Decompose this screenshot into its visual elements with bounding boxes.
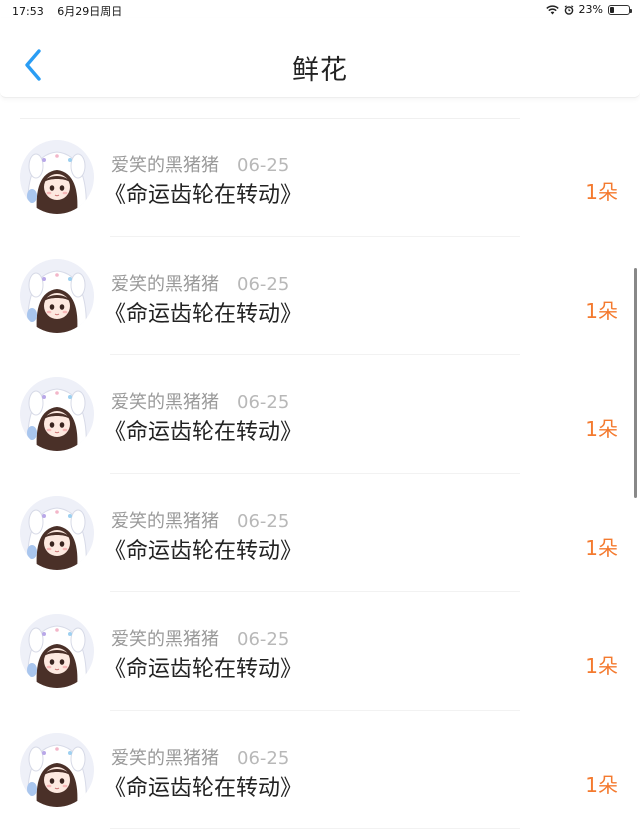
item-title: 《命运齿轮在转动》 xyxy=(104,420,303,445)
item-meta: 爱笑的黑猪猪 06-25 xyxy=(111,507,289,533)
status-bar: 17:53 6月29日周日 23% xyxy=(0,0,640,18)
list-item[interactable]: 爱笑的黑猪猪 06-25 《命运齿轮在转动》 1朵 xyxy=(0,592,640,711)
item-meta: 爱笑的黑猪猪 06-25 xyxy=(111,270,289,296)
battery-icon xyxy=(608,4,632,15)
item-date: 06-25 xyxy=(237,747,290,769)
flower-amount: 1朵 xyxy=(585,654,618,678)
item-meta: 爱笑的黑猪猪 06-25 xyxy=(111,625,289,651)
user-name: 爱笑的黑猪猪 xyxy=(111,510,219,532)
nav-bar: 鲜花 xyxy=(0,18,640,98)
user-name: 爱笑的黑猪猪 xyxy=(111,747,219,769)
user-name: 爱笑的黑猪猪 xyxy=(111,273,219,295)
status-right: 23% xyxy=(545,3,632,16)
flower-list: 爱笑的黑猪猪 06-25 《命运齿轮在转动》 1朵 爱笑的黑猪猪 06-25 《… xyxy=(0,118,640,829)
item-meta: 爱笑的黑猪猪 06-25 xyxy=(111,388,289,414)
item-date: 06-25 xyxy=(237,510,290,532)
avatar xyxy=(20,258,94,333)
flower-amount: 1朵 xyxy=(585,298,618,323)
battery-percent: 23% xyxy=(578,3,603,16)
list-item[interactable]: 爱笑的黑猪猪 06-25 《命运齿轮在转动》 1朵 xyxy=(0,711,640,830)
scrollbar[interactable] xyxy=(634,268,637,498)
wifi-icon xyxy=(545,4,559,15)
page-title: 鲜花 xyxy=(292,55,348,86)
flower-amount: 1朵 xyxy=(585,535,618,560)
item-date: 06-25 xyxy=(237,392,290,413)
flower-amount: 1朵 xyxy=(585,417,618,441)
list-item[interactable]: 爱笑的黑猪猪 06-25 《命运齿轮在转动》 1朵 xyxy=(0,118,640,237)
status-date: 6月29日周日 xyxy=(57,5,123,18)
avatar xyxy=(20,140,94,214)
alarm-icon xyxy=(564,4,574,15)
avatar xyxy=(20,732,94,807)
status-left: 17:53 6月29日周日 xyxy=(12,3,122,19)
list-item[interactable]: 爱笑的黑猪猪 06-25 《命运齿轮在转动》 1朵 xyxy=(0,355,640,474)
item-date: 06-25 xyxy=(237,273,290,295)
item-title: 《命运齿轮在转动》 xyxy=(104,301,303,327)
item-meta: 爱笑的黑猪猪 06-25 xyxy=(111,744,289,770)
flower-amount: 1朵 xyxy=(585,180,618,204)
item-title: 《命运齿轮在转动》 xyxy=(104,775,303,801)
user-name: 爱笑的黑猪猪 xyxy=(111,629,219,650)
item-date: 06-25 xyxy=(237,629,290,650)
list-item[interactable]: 爱笑的黑猪猪 06-25 《命运齿轮在转动》 1朵 xyxy=(0,474,640,593)
status-time: 17:53 xyxy=(12,5,44,18)
item-title: 《命运齿轮在转动》 xyxy=(104,657,303,682)
user-name: 爱笑的黑猪猪 xyxy=(111,392,219,413)
item-meta: 爱笑的黑猪猪 06-25 xyxy=(111,151,289,177)
battery-fill xyxy=(610,6,615,13)
avatar xyxy=(20,377,94,451)
user-name: 爱笑的黑猪猪 xyxy=(111,155,219,176)
avatar xyxy=(20,614,94,688)
avatar xyxy=(20,495,94,570)
item-date: 06-25 xyxy=(237,155,290,176)
list-item[interactable]: 爱笑的黑猪猪 06-25 《命运齿轮在转动》 1朵 xyxy=(0,237,640,356)
item-title: 《命运齿轮在转动》 xyxy=(104,183,303,208)
item-title: 《命运齿轮在转动》 xyxy=(104,538,303,564)
flower-amount: 1朵 xyxy=(585,772,618,797)
